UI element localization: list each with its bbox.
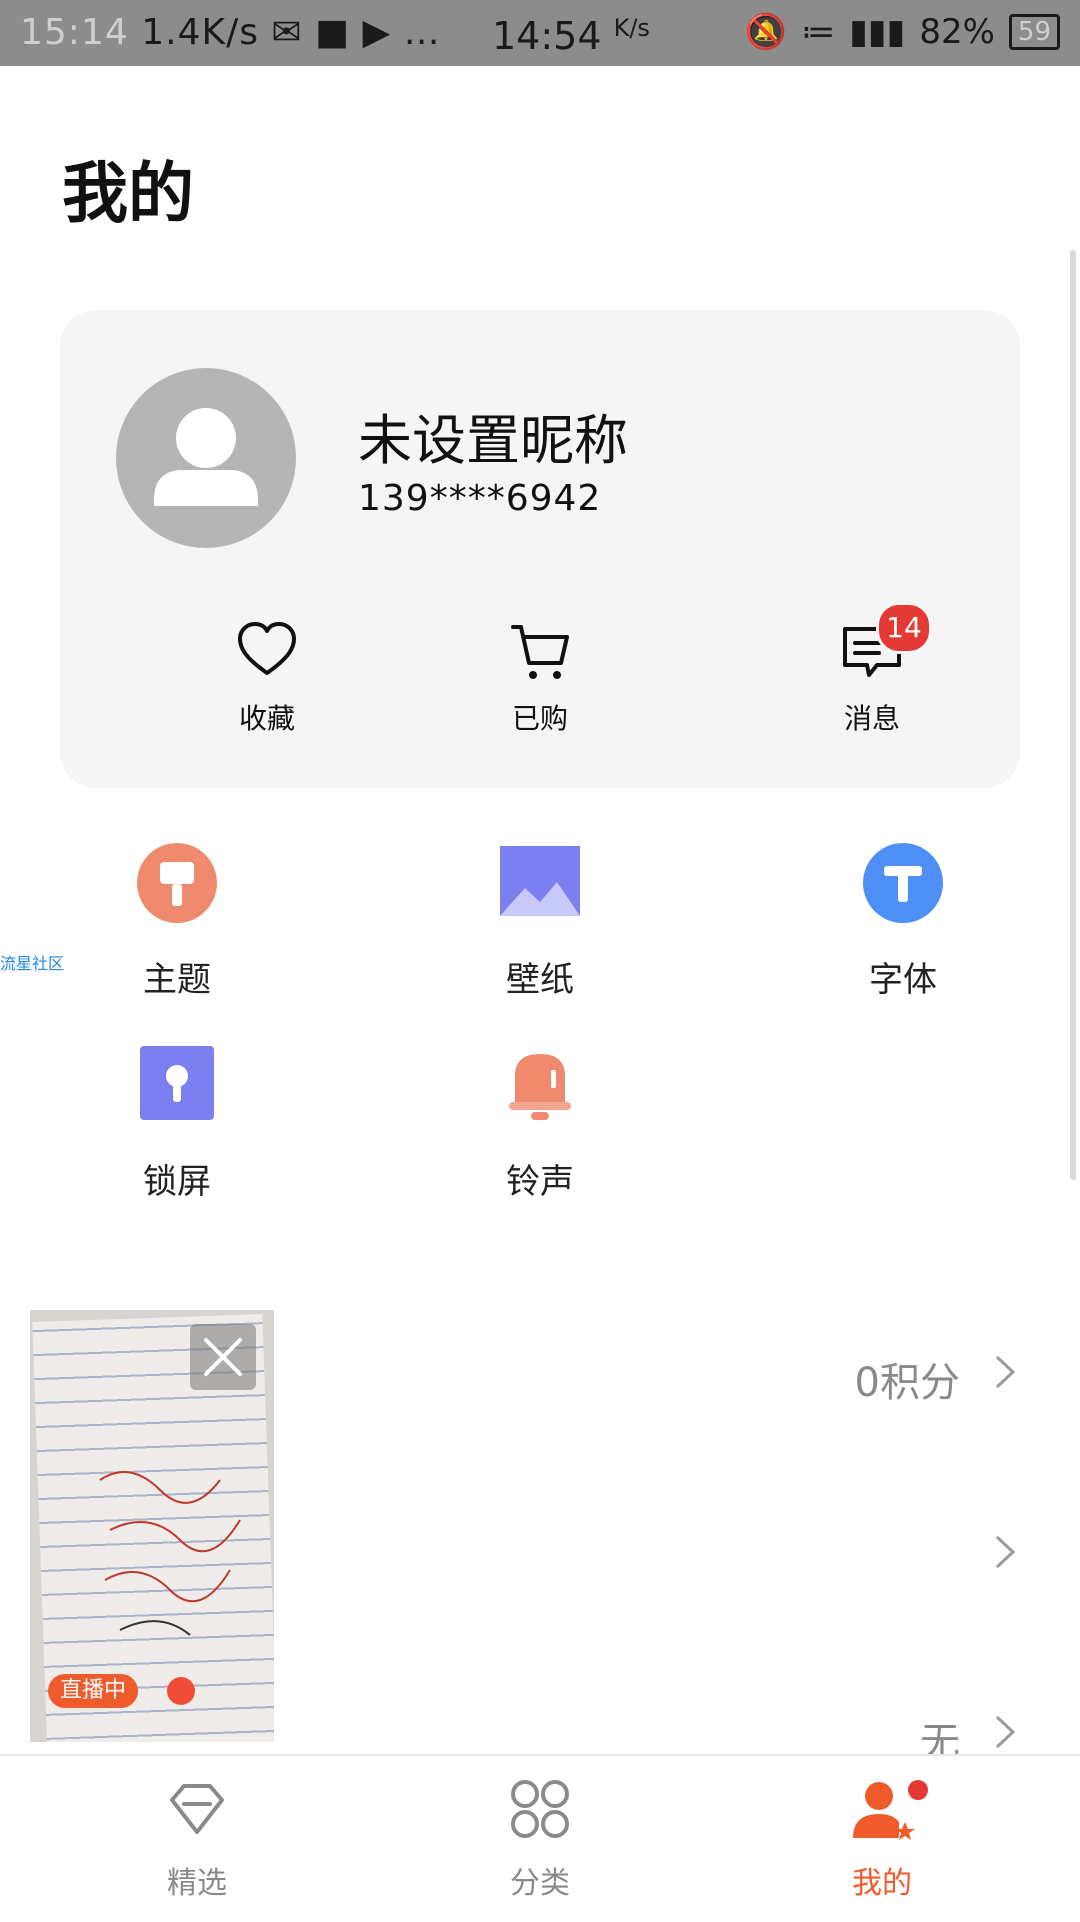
close-icon [204, 1338, 242, 1376]
center-speed: 14:54 [492, 14, 602, 58]
purchased-button[interactable]: 已购 [460, 615, 620, 737]
default-avatar-icon [154, 408, 258, 506]
user-star-icon [853, 1782, 915, 1840]
chevron-right-icon[interactable] [994, 1534, 1016, 1570]
favorites-label: 收藏 [238, 702, 295, 735]
tab-featured[interactable]: 精选 [97, 1774, 297, 1902]
handwriting-scribbles [99, 1471, 241, 1636]
page-title: 我的 [62, 155, 194, 232]
phone-number: 139****6942 [358, 478, 602, 519]
heart-icon [238, 622, 296, 675]
floating-live-video[interactable]: 直播中 [30, 1310, 274, 1742]
brush-icon [137, 843, 217, 923]
status-center: 14:54 K/s [492, 14, 650, 58]
battery-percent: 82% [919, 12, 995, 52]
chevron-right-icon[interactable] [994, 1714, 1016, 1750]
status-bar: 15:14 1.4K/s ✉ ■ ▶ … 14:54 K/s 🔕 ≔ ▮▮▮ 8… [0, 0, 1080, 66]
feature-lockscreen-label: 锁屏 [143, 1162, 211, 1202]
lock-keyhole-icon [140, 1046, 214, 1120]
tab-featured-label: 精选 [167, 1866, 227, 1901]
status-left: 15:14 1.4K/s ✉ ■ ▶ … [20, 12, 441, 53]
tab-categories-label: 分类 [510, 1866, 570, 1901]
signal-icon: ▮▮▮ [849, 12, 906, 52]
center-speed-unit: K/s [613, 14, 650, 42]
status-time: 15:14 [20, 12, 129, 53]
feature-ringtone[interactable]: 铃声 [440, 1040, 640, 1203]
tab-categories[interactable]: 分类 [440, 1774, 640, 1902]
video-close-button[interactable] [190, 1324, 256, 1390]
diamond-icon [170, 1784, 224, 1834]
status-right: 🔕 ≔ ▮▮▮ 82% 59 [745, 12, 1060, 52]
messages-label: 消息 [843, 702, 900, 735]
grid-icon [511, 1780, 569, 1838]
tab-mine[interactable]: 我的 [782, 1774, 982, 1902]
feature-theme-label: 主题 [143, 960, 211, 1000]
message-count-badge: 14 [876, 602, 932, 654]
feature-wallpaper[interactable]: 壁纸 [440, 838, 640, 1001]
community-link[interactable]: 流星社区 [0, 950, 64, 974]
feature-lockscreen[interactable]: 锁屏 [77, 1040, 277, 1203]
favorites-button[interactable]: 收藏 [187, 615, 347, 737]
points-value[interactable]: 0积分 [855, 1350, 960, 1408]
bell-icon [509, 1054, 571, 1120]
profile-card[interactable]: 未设置昵称 139****6942 收藏 已购 消息 14 [60, 310, 1020, 788]
app-notification-icons: ✉ ■ ▶ … [271, 12, 441, 53]
feature-font-label: 字体 [869, 960, 937, 1000]
cart-icon [511, 625, 569, 679]
scrollbar[interactable] [1070, 250, 1076, 1180]
live-badge: 直播中 [48, 1674, 139, 1708]
feature-ringtone-label: 铃声 [506, 1162, 574, 1202]
network-speed: 1.4K/s [141, 12, 259, 53]
notification-dot [908, 1780, 928, 1800]
feature-font[interactable]: 字体 [803, 838, 1003, 1001]
live-indicator-dot [167, 1677, 195, 1705]
battery-icon: 59 [1008, 14, 1060, 50]
nickname[interactable]: 未设置昵称 [358, 396, 628, 475]
feature-theme[interactable]: 主题 [77, 838, 277, 1001]
font-t-icon [863, 843, 943, 923]
bottom-nav: 精选 分类 我的 [0, 1754, 1080, 1922]
avatar[interactable] [116, 368, 296, 548]
image-icon [500, 846, 580, 916]
purchased-label: 已购 [511, 702, 568, 735]
tab-mine-label: 我的 [852, 1866, 912, 1901]
feature-wallpaper-label: 壁纸 [506, 960, 574, 1000]
mute-bell-icon: 🔕 [744, 12, 788, 52]
wifi-icon: ≔ [801, 12, 836, 52]
chevron-right-icon[interactable] [994, 1354, 1016, 1390]
